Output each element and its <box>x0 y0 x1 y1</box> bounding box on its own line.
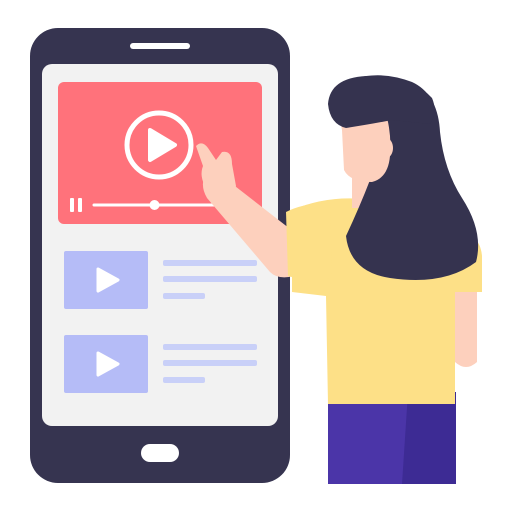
progress-scrubber[interactable] <box>149 200 160 210</box>
ear <box>379 138 393 158</box>
text-line <box>163 293 205 299</box>
hair-top <box>328 75 435 128</box>
text-line <box>163 276 257 282</box>
title-line <box>163 260 257 266</box>
title-line <box>163 344 257 350</box>
home-button[interactable] <box>141 444 179 462</box>
shirt-sleeve <box>286 203 332 280</box>
text-line <box>163 377 205 383</box>
text-line <box>163 360 257 366</box>
illustration <box>30 28 482 484</box>
right-arm <box>455 280 477 367</box>
pants <box>328 392 456 484</box>
speaker-slot <box>130 43 190 49</box>
